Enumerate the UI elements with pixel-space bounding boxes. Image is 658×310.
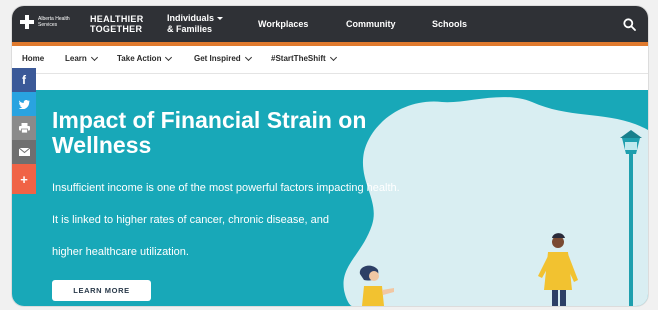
share-plus-icon: + <box>20 171 28 187</box>
subnav-get-inspired-label: Get Inspired <box>194 54 241 63</box>
hero-text-line-1: Insufficient income is one of the most p… <box>52 182 400 194</box>
nav-community[interactable]: Community <box>346 6 396 42</box>
subnav-home[interactable]: Home <box>22 54 44 63</box>
nav-individuals-families[interactable]: Individuals & Families <box>167 6 224 42</box>
caret-down-icon <box>217 17 224 21</box>
nav-workplaces[interactable]: Workplaces <box>258 6 308 42</box>
ahs-logo[interactable]: Alberta Health Services <box>20 15 76 29</box>
subnav-learn[interactable]: Learn <box>65 53 98 63</box>
email-share-button[interactable] <box>12 140 36 164</box>
facebook-icon: f <box>22 73 26 87</box>
chevron-down-icon <box>244 53 252 61</box>
hero-text-line-3: higher healthcare utilization. <box>52 246 189 258</box>
brand-line-2: TOGETHER <box>90 24 143 34</box>
browser-frame: Alberta Health Services HEALTHIER TOGETH… <box>12 6 648 306</box>
subnav-start-the-shift[interactable]: #StartTheShift <box>271 53 337 63</box>
top-navigation-bar: Alberta Health Services HEALTHIER TOGETH… <box>12 6 648 42</box>
print-icon <box>18 123 30 133</box>
chevron-down-icon <box>90 53 98 61</box>
nav-schools[interactable]: Schools <box>432 6 467 42</box>
more-share-button[interactable]: + <box>12 164 36 194</box>
logo-text: Alberta Health Services <box>38 16 70 28</box>
chevron-down-icon <box>329 53 337 61</box>
subnav-get-inspired[interactable]: Get Inspired <box>194 53 252 63</box>
chevron-down-icon <box>165 53 173 61</box>
subnav-take-action-label: Take Action <box>117 54 162 63</box>
subnav-home-label: Home <box>22 54 45 63</box>
facebook-share-button[interactable]: f <box>12 68 36 92</box>
subnav-start-the-shift-label: #StartTheShift <box>271 54 326 63</box>
healthier-together-brand[interactable]: HEALTHIER TOGETHER <box>90 14 144 34</box>
ahs-cross-icon <box>20 15 34 29</box>
subnav-take-action[interactable]: Take Action <box>117 53 173 63</box>
brand-line-1: HEALTHIER <box>90 14 144 24</box>
print-button[interactable] <box>12 116 36 140</box>
search-icon[interactable] <box>623 18 636 31</box>
secondary-navigation: Home Learn Take Action Get Inspired #Sta… <box>12 46 648 74</box>
twitter-icon <box>18 99 30 109</box>
twitter-share-button[interactable] <box>12 92 36 116</box>
subnav-learn-label: Learn <box>65 54 87 63</box>
learn-more-button[interactable]: LEARN MORE <box>52 280 151 301</box>
nav-individuals-line1: Individuals <box>167 13 215 23</box>
hero-title: Impact of Financial Strain on Wellness <box>52 107 367 158</box>
nav-individuals-line2: & Families <box>167 24 213 34</box>
email-icon <box>18 148 30 156</box>
hero-banner: Impact of Financial Strain on Wellness I… <box>12 90 648 306</box>
hero-text-line-2: It is linked to higher rates of cancer, … <box>52 214 329 226</box>
